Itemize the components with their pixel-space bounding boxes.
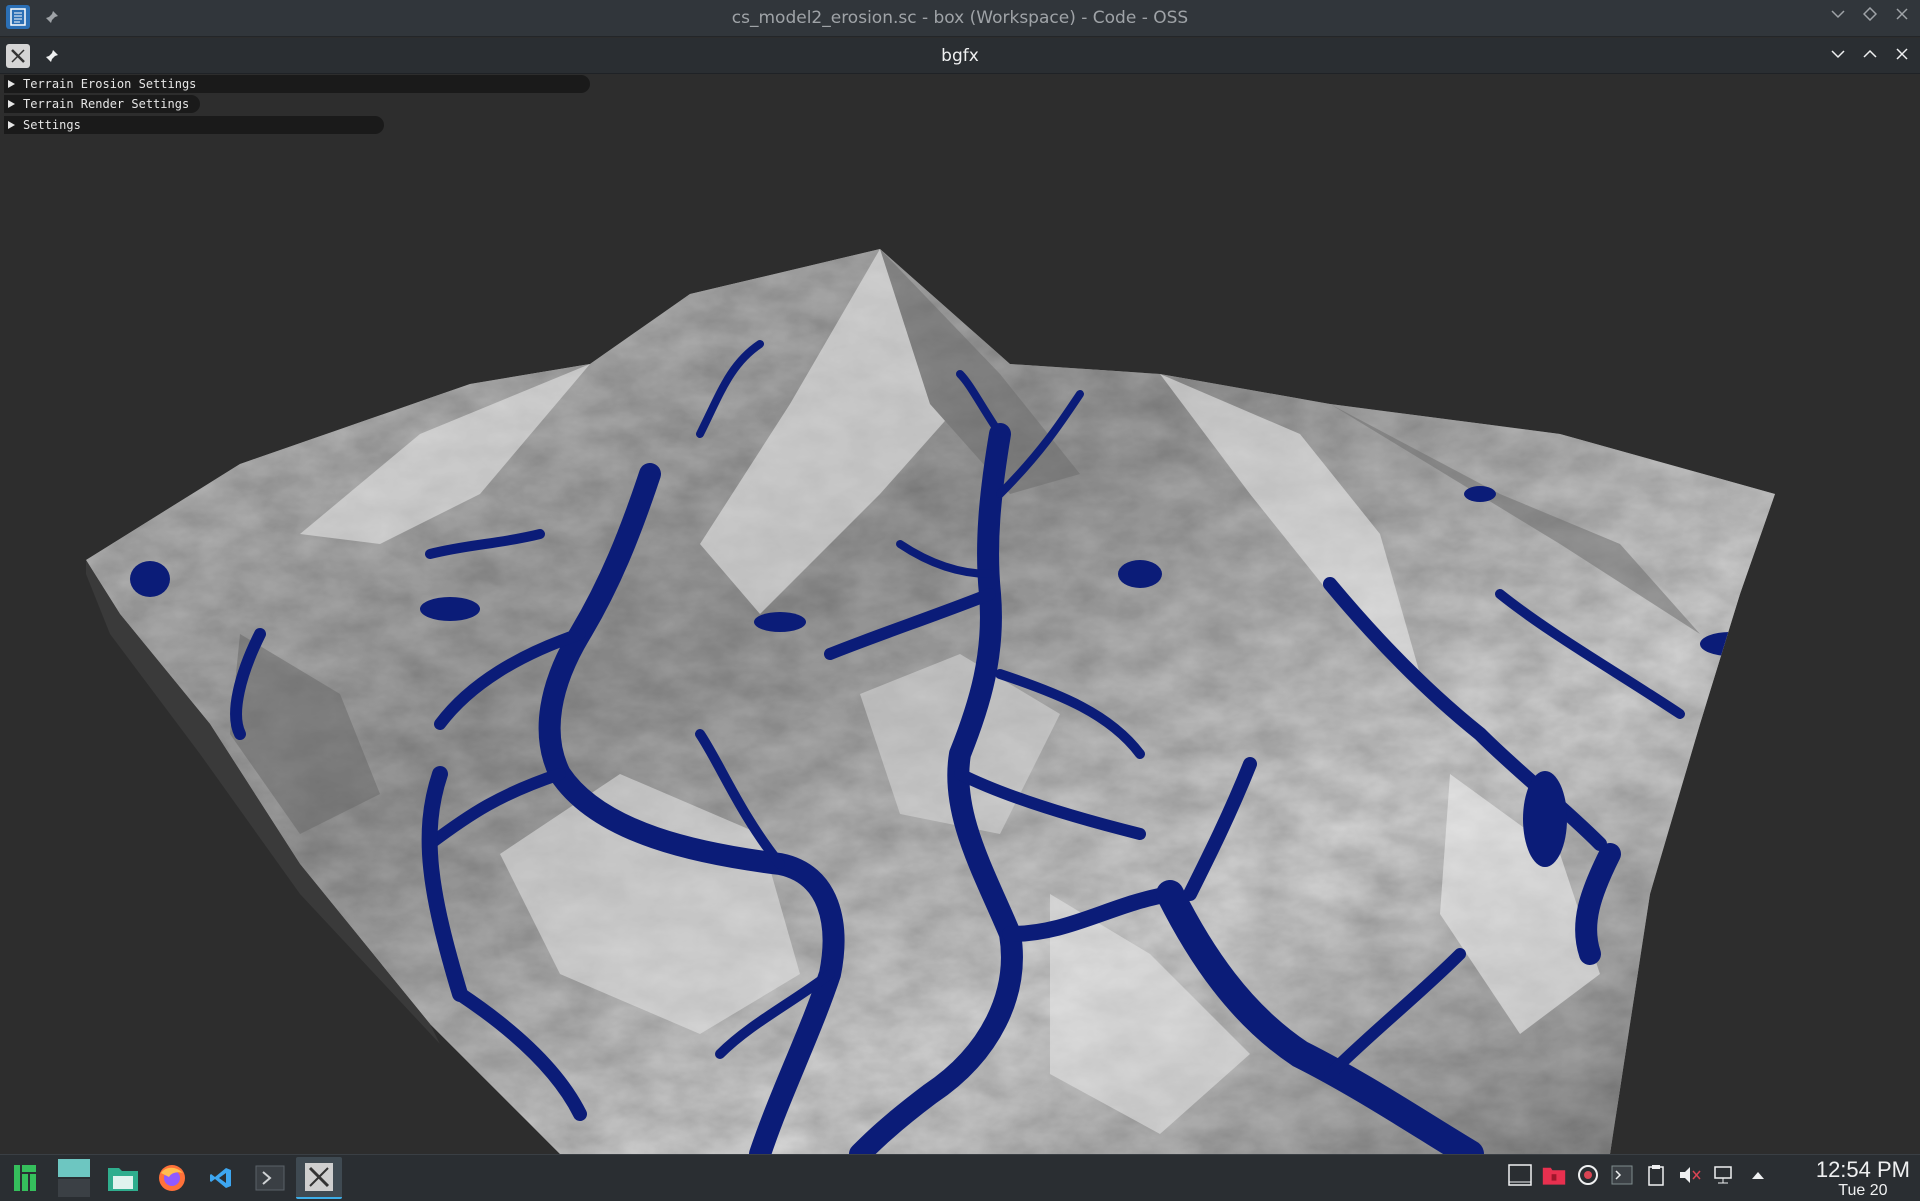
expand-arrow-icon <box>8 80 15 88</box>
inner-window-title: bgfx <box>941 46 979 66</box>
terminal-icon <box>255 1165 285 1191</box>
x-icon <box>305 1163 333 1191</box>
clock-date: Tue 20 <box>1838 1182 1888 1199</box>
updates-icon[interactable] <box>1576 1163 1600 1187</box>
code-oss-app-icon[interactable] <box>6 5 30 29</box>
digital-clock[interactable]: 12:54 PM Tue 20 <box>1816 1157 1910 1199</box>
x-window-button[interactable] <box>296 1157 342 1199</box>
clock-time: 12:54 PM <box>1815 1157 1910 1182</box>
terrain-erosion-settings-header[interactable]: Terrain Erosion Settings <box>4 75 590 93</box>
settings-label: Settings <box>23 118 81 132</box>
terminal-tray-icon[interactable] <box>1610 1163 1634 1187</box>
render-viewport[interactable]: Terrain Erosion Settings Terrain Render … <box>0 74 1920 1154</box>
inner-window-titlebar: bgfx <box>0 38 1920 74</box>
expand-arrow-icon <box>8 100 15 108</box>
firefox-button[interactable] <box>149 1157 195 1199</box>
folder-icon <box>108 1168 138 1191</box>
outer-window-title: cs_model2_erosion.sc - box (Workspace) -… <box>731 8 1189 28</box>
trash-notification-icon[interactable] <box>1542 1163 1566 1187</box>
taskbar: 12:54 PM Tue 20 <box>0 1154 1920 1201</box>
network-icon[interactable] <box>1712 1163 1736 1187</box>
expand-tray-icon[interactable] <box>1746 1163 1770 1187</box>
maximize-button[interactable] <box>1862 46 1878 62</box>
close-button[interactable] <box>1894 46 1910 62</box>
application-menu-button[interactable] <box>2 1157 48 1199</box>
terrain-render-settings-label: Terrain Render Settings <box>23 97 190 111</box>
desktop-pager[interactable] <box>51 1157 97 1199</box>
close-button[interactable] <box>1894 6 1910 22</box>
clipboard-icon[interactable] <box>1644 1163 1668 1187</box>
vscode-button[interactable] <box>198 1157 244 1199</box>
maximize-button[interactable] <box>1862 6 1878 22</box>
minimize-button[interactable] <box>1830 6 1846 22</box>
terrain-render <box>86 249 1775 1154</box>
show-desktop-icon[interactable] <box>1508 1163 1532 1187</box>
pin-icon[interactable] <box>44 9 60 25</box>
vscode-icon <box>210 1168 231 1188</box>
file-manager-button[interactable] <box>100 1157 146 1199</box>
volume-muted-icon[interactable] <box>1678 1163 1702 1187</box>
outer-window-titlebar: cs_model2_erosion.sc - box (Workspace) -… <box>0 0 1920 37</box>
terminal-button[interactable] <box>247 1157 293 1199</box>
settings-header[interactable]: Settings <box>4 116 384 134</box>
minimize-button[interactable] <box>1830 46 1846 62</box>
terrain-render-settings-header[interactable]: Terrain Render Settings <box>4 95 200 113</box>
pager-icon <box>58 1159 90 1197</box>
firefox-icon <box>159 1165 185 1191</box>
expand-arrow-icon <box>8 121 15 129</box>
terrain-erosion-settings-label: Terrain Erosion Settings <box>23 77 197 91</box>
manjaro-icon <box>14 1165 36 1191</box>
